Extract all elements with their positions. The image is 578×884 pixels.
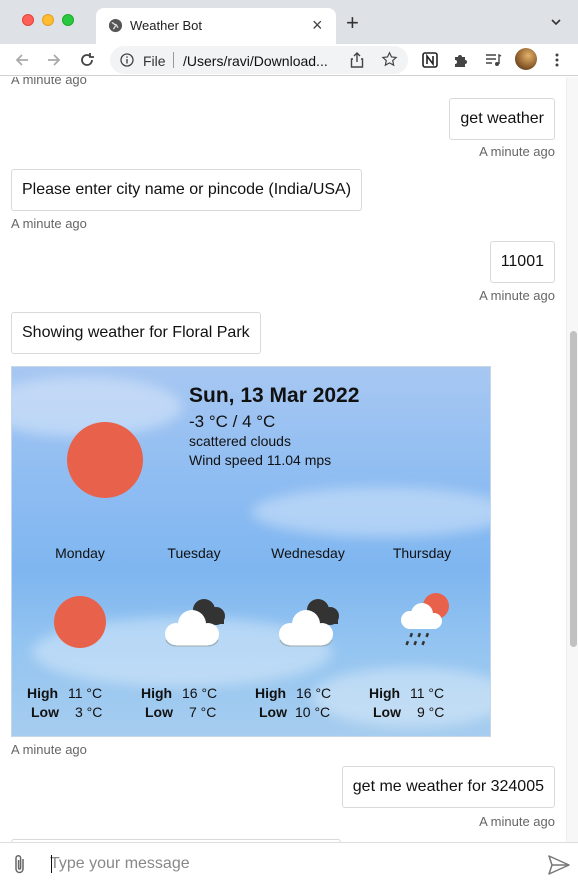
sky-cloud-texture bbox=[252, 487, 490, 537]
info-icon[interactable] bbox=[120, 53, 134, 67]
forecast-high-value: 11 °C bbox=[410, 685, 445, 701]
forward-arrow-icon[interactable] bbox=[44, 50, 64, 70]
message-timestamp: A minute ago bbox=[11, 216, 87, 231]
forecast-day-label: Monday bbox=[55, 545, 105, 561]
more-options-icon[interactable] bbox=[554, 52, 560, 68]
message-timestamp: A minute ago bbox=[479, 144, 555, 159]
reading-list-icon[interactable] bbox=[484, 51, 502, 69]
forecast-low-value: 3 °C bbox=[75, 704, 103, 720]
url-scheme-label: File bbox=[143, 53, 166, 69]
weather-description: scattered clouds bbox=[189, 433, 291, 449]
sun-icon bbox=[54, 596, 106, 648]
profile-avatar[interactable] bbox=[515, 48, 537, 70]
bot-message: Please enter city name or pincode (India… bbox=[11, 169, 363, 211]
new-tab-icon[interactable]: + bbox=[346, 12, 359, 34]
message-timestamp: A minute ago bbox=[479, 814, 555, 829]
maximize-window-button[interactable] bbox=[62, 14, 74, 26]
browser-toolbar: File /Users/ravi/Download... bbox=[0, 44, 578, 76]
forecast-day-label: Thursday bbox=[392, 545, 452, 561]
minimize-window-button[interactable] bbox=[42, 14, 54, 26]
paperclip-icon[interactable] bbox=[12, 853, 28, 875]
message-timestamp: A minute ago bbox=[11, 742, 87, 757]
close-window-button[interactable] bbox=[22, 14, 34, 26]
forecast-low-value: 7 °C bbox=[189, 704, 217, 720]
forecast-day-label: Wednesday bbox=[271, 545, 345, 561]
share-icon[interactable] bbox=[350, 52, 364, 68]
chat-scroll-area[interactable]: A minute ago get weather A minute ago Pl… bbox=[0, 77, 566, 842]
message-input[interactable] bbox=[50, 851, 520, 877]
tab-title: Weather Bot bbox=[130, 18, 203, 33]
weather-temp-range: -3 °C / 4 °C bbox=[189, 412, 276, 431]
reload-icon[interactable] bbox=[77, 50, 97, 70]
message-timestamp: A minute ago bbox=[479, 288, 555, 303]
user-message: get weather bbox=[449, 98, 555, 140]
weather-wind-speed: Wind speed 11.04 mps bbox=[189, 452, 332, 468]
message-timestamp: A minute ago bbox=[11, 77, 87, 87]
omnibox-divider bbox=[173, 52, 174, 68]
scrollbar-thumb[interactable] bbox=[570, 331, 577, 647]
forecast-high-value: 11 °C bbox=[68, 685, 103, 701]
browser-window: Weather Bot × + File /Users/ravi/Downloa… bbox=[0, 0, 578, 884]
cloudy-icon bbox=[279, 599, 339, 647]
notion-extension-icon[interactable] bbox=[421, 51, 439, 69]
forecast-low-value: 9 °C bbox=[417, 704, 445, 720]
forecast-day-label: Tuesday bbox=[167, 545, 221, 561]
user-message: get me weather for 324005 bbox=[341, 766, 555, 808]
chevron-down-icon[interactable] bbox=[550, 16, 562, 28]
sun-rain-icon bbox=[401, 593, 449, 646]
address-bar[interactable]: File /Users/ravi/Download... bbox=[110, 46, 408, 74]
weather-card: Sun, 13 Mar 2022 -3 °C / 4 °C scattered … bbox=[11, 366, 491, 737]
back-arrow-icon[interactable] bbox=[12, 50, 32, 70]
text-caret bbox=[51, 855, 52, 873]
weather-date: Sun, 13 Mar 2022 bbox=[189, 384, 360, 407]
bot-message: Showing weather for Floral Park bbox=[11, 312, 261, 354]
tab-weather-bot[interactable]: Weather Bot × bbox=[96, 8, 336, 44]
forecast-high-value: 16 °C bbox=[296, 685, 332, 701]
forecast-low-label: Low bbox=[31, 704, 59, 720]
current-weather-sun-icon bbox=[67, 422, 143, 498]
sky-cloud-texture bbox=[312, 667, 490, 727]
vertical-scrollbar[interactable] bbox=[566, 77, 578, 842]
forecast-high-label: High bbox=[369, 685, 401, 701]
extensions-puzzle-icon[interactable] bbox=[452, 51, 470, 69]
forecast-low-value: 10 °C bbox=[295, 704, 331, 720]
url-text[interactable]: /Users/ravi/Download... bbox=[183, 53, 328, 69]
tab-strip: Weather Bot × + bbox=[0, 0, 578, 44]
forecast-high-value: 16 °C bbox=[182, 685, 218, 701]
forecast-high-label: High bbox=[141, 685, 173, 701]
message-composer bbox=[0, 842, 578, 884]
forecast-low-label: Low bbox=[259, 704, 287, 720]
cloudy-icon bbox=[165, 599, 225, 647]
user-message: 11001 bbox=[489, 241, 555, 283]
send-icon[interactable] bbox=[548, 855, 570, 875]
forecast-high-label: High bbox=[27, 685, 59, 701]
forecast-high-label: High bbox=[255, 685, 287, 701]
bookmark-star-icon[interactable] bbox=[381, 51, 398, 68]
forecast-low-label: Low bbox=[145, 704, 173, 720]
forecast-low-label: Low bbox=[373, 704, 401, 720]
globe-icon bbox=[108, 18, 123, 33]
close-tab-icon[interactable]: × bbox=[312, 16, 323, 34]
